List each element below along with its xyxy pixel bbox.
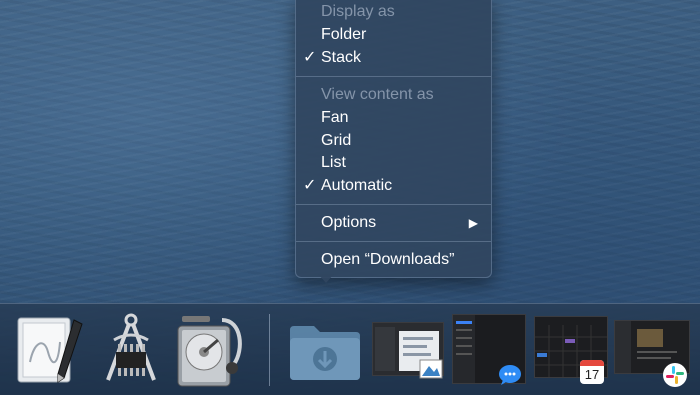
preview-window-thumbnail[interactable] bbox=[372, 322, 444, 382]
menu-item-options[interactable]: Options ▶ bbox=[296, 212, 491, 234]
downloads-stack-context-menu: Display as Folder ✓ Stack View content a… bbox=[295, 0, 492, 278]
menu-separator bbox=[296, 76, 491, 77]
menu-item-list[interactable]: List bbox=[296, 152, 491, 174]
view-content-header: View content as bbox=[321, 86, 434, 103]
disk-utility-icon[interactable] bbox=[172, 310, 252, 390]
menu-item-automatic[interactable]: ✓ Automatic bbox=[296, 175, 491, 197]
system-information-icon[interactable] bbox=[96, 310, 166, 388]
menu-separator bbox=[296, 241, 491, 242]
calendar-icon: 17 bbox=[580, 360, 604, 384]
menu-item-fan[interactable]: Fan bbox=[296, 107, 491, 129]
script-editor-icon[interactable] bbox=[14, 312, 88, 388]
dock: 17 bbox=[0, 303, 700, 395]
slack-icon bbox=[663, 363, 687, 387]
menu-separator bbox=[296, 204, 491, 205]
calendar-window-thumbnail[interactable]: 17 bbox=[534, 316, 608, 388]
menu-pointer bbox=[318, 274, 334, 283]
menu-item-grid[interactable]: Grid bbox=[296, 130, 491, 152]
dock-divider bbox=[269, 314, 270, 386]
display-as-header: Display as bbox=[321, 3, 395, 20]
menu-item-stack[interactable]: ✓ Stack bbox=[296, 47, 491, 69]
checkmark-icon: ✓ bbox=[303, 177, 317, 194]
slack-window-thumbnail[interactable] bbox=[614, 320, 690, 390]
menu-item-open-downloads[interactable]: Open “Downloads” bbox=[296, 249, 491, 271]
submenu-arrow-icon: ▶ bbox=[468, 216, 478, 230]
messages-window-thumbnail[interactable] bbox=[452, 314, 526, 386]
menu-item-folder[interactable]: Folder bbox=[296, 24, 491, 46]
downloads-folder-icon[interactable] bbox=[286, 316, 366, 386]
checkmark-icon: ✓ bbox=[303, 49, 317, 66]
